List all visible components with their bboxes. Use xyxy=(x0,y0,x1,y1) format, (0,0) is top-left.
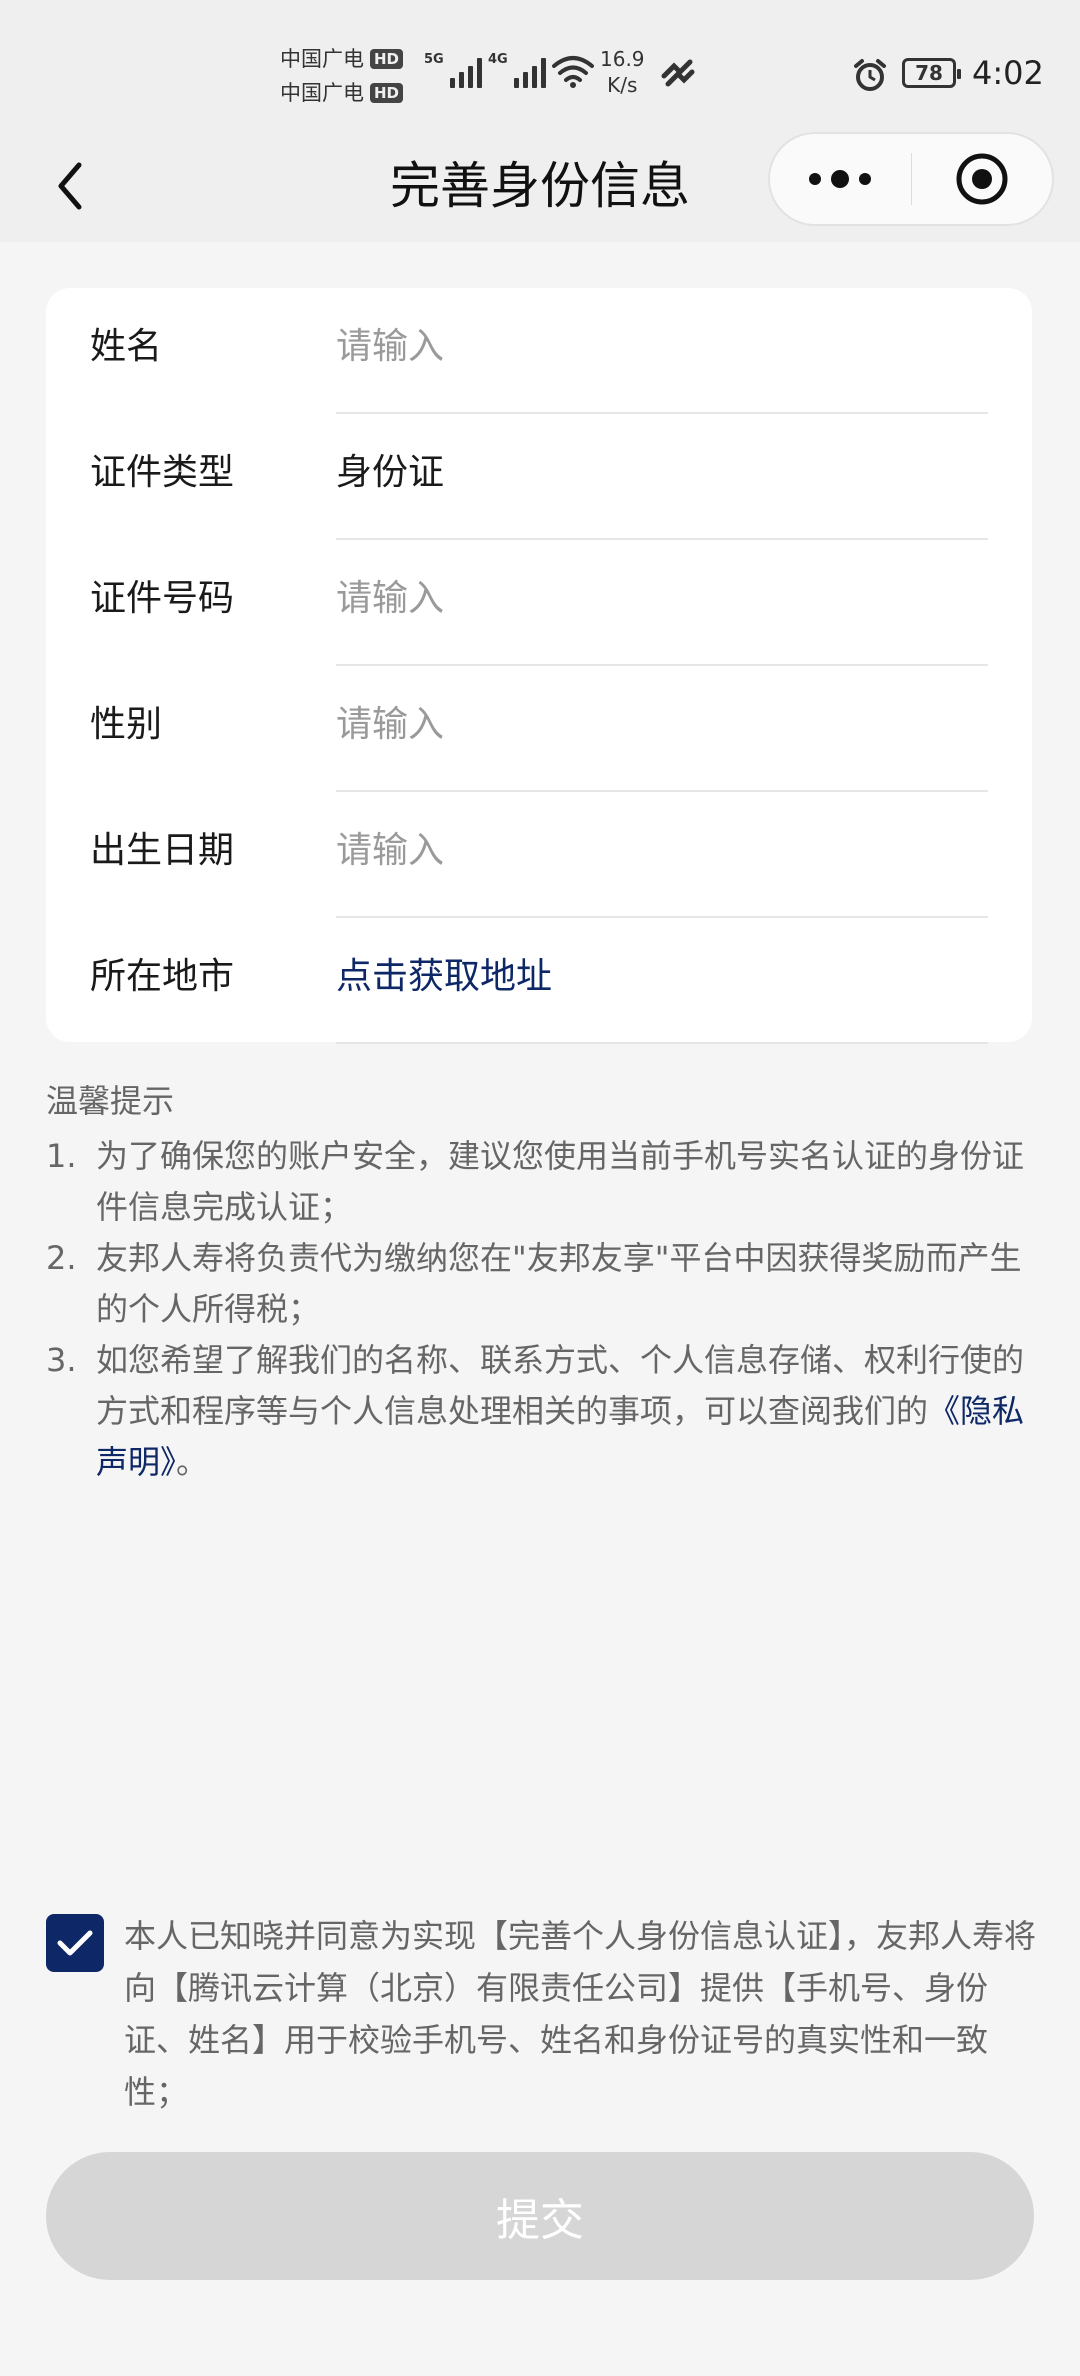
network-4g-label: 4G xyxy=(488,52,508,67)
clock-time: 4:02 xyxy=(972,54,1044,92)
hd-badge-icon: HD xyxy=(370,83,404,103)
signal-4g-icon: 4G xyxy=(488,52,546,88)
page: 中国广电 HD 中国广电 HD 5G 4G 16.9 K/s 78 4:02 完… xyxy=(0,0,1080,2376)
nfc-link-icon xyxy=(661,59,695,87)
carrier-info: 中国广电 HD 中国广电 HD xyxy=(280,42,404,110)
tip-number: 3. xyxy=(46,1341,77,1379)
tip-text: 为了确保您的账户安全，建议您使用当前手机号实名认证的身份证件信息完成认证； xyxy=(96,1137,1025,1226)
identity-form-card: 姓名 证件类型 身份证 证件号码 性别 出生日期 所在地市 点击获取地址 xyxy=(46,288,1032,1044)
speed-value: 16.9 xyxy=(600,47,645,71)
mini-program-capsule xyxy=(768,132,1054,226)
tip-suffix: 。 xyxy=(176,1443,209,1481)
carrier-name-1: 中国广电 xyxy=(280,47,364,71)
tip-number: 2. xyxy=(46,1239,77,1277)
tip-text: 如您希望了解我们的名称、联系方式、个人信息存储、权利行使的方式和程序等与个人信息… xyxy=(96,1341,1025,1430)
tip-item: 3. 如您希望了解我们的名称、联系方式、个人信息存储、权利行使的方式和程序等与个… xyxy=(46,1335,1036,1488)
battery-icon: 78 xyxy=(902,58,961,88)
tips-heading: 温馨提示 xyxy=(46,1082,175,1120)
status-bar: 中国广电 HD 中国广电 HD 5G 4G 16.9 K/s 78 4:02 xyxy=(0,0,1080,130)
target-close-icon xyxy=(956,153,1008,205)
id-type-label: 证件类型 xyxy=(90,452,235,493)
name-input[interactable] xyxy=(336,322,976,372)
form-row-city: 所在地市 点击获取地址 xyxy=(46,918,1032,1044)
navigation-bar: 完善身份信息 xyxy=(0,130,1080,242)
submit-button[interactable]: 提交 xyxy=(46,2152,1034,2280)
id-number-label: 证件号码 xyxy=(90,578,235,619)
network-5g-label: 5G xyxy=(424,52,444,67)
speed-unit: K/s xyxy=(607,73,638,97)
tip-item: 1. 为了确保您的账户安全，建议您使用当前手机号实名认证的身份证件信息完成认证； xyxy=(46,1131,1036,1233)
form-row-name: 姓名 xyxy=(46,288,1032,414)
birthdate-label: 出生日期 xyxy=(90,830,235,871)
gender-label: 性别 xyxy=(90,704,163,745)
gender-input[interactable] xyxy=(336,700,976,750)
signal-5g-icon: 5G xyxy=(424,52,482,88)
city-label: 所在地市 xyxy=(90,956,235,997)
form-row-birthdate: 出生日期 xyxy=(46,792,1032,918)
get-address-link[interactable]: 点击获取地址 xyxy=(336,952,976,1002)
tip-text: 友邦人寿将负责代为缴纳您在"友邦友享"平台中因获得奖励而产生的个人所得税； xyxy=(96,1239,1022,1328)
tip-item: 2. 友邦人寿将负责代为缴纳您在"友邦友享"平台中因获得奖励而产生的个人所得税； xyxy=(46,1233,1036,1335)
tips-list: 1. 为了确保您的账户安全，建议您使用当前手机号实名认证的身份证件信息完成认证；… xyxy=(46,1131,1036,1488)
id-type-select[interactable]: 身份证 xyxy=(336,448,976,498)
hd-badge-icon: HD xyxy=(370,49,404,69)
name-label: 姓名 xyxy=(90,326,163,367)
form-row-id-type: 证件类型 身份证 xyxy=(46,414,1032,540)
tips-section: 温馨提示 1. 为了确保您的账户安全，建议您使用当前手机号实名认证的身份证件信息… xyxy=(46,1076,1036,1488)
network-speed: 16.9 K/s xyxy=(600,46,645,98)
more-menu-button[interactable] xyxy=(770,134,911,224)
wifi-icon xyxy=(552,56,594,88)
agreement-checkbox[interactable] xyxy=(46,1914,104,1972)
form-row-gender: 性别 xyxy=(46,666,1032,792)
checkmark-icon xyxy=(57,1930,93,1956)
birthdate-input[interactable] xyxy=(336,826,976,876)
more-dots-icon xyxy=(809,170,872,188)
id-number-input[interactable] xyxy=(336,574,976,624)
tip-number: 1. xyxy=(46,1137,77,1175)
carrier-name-2: 中国广电 xyxy=(280,81,364,105)
close-mini-program-button[interactable] xyxy=(912,134,1053,224)
alarm-icon xyxy=(854,59,886,91)
agreement-text: 本人已知晓并同意为实现【完善个人身份信息认证】，友邦人寿将向【腾讯云计算（北京）… xyxy=(124,1917,1037,2111)
form-row-id-number: 证件号码 xyxy=(46,540,1032,666)
divider xyxy=(336,1042,988,1044)
